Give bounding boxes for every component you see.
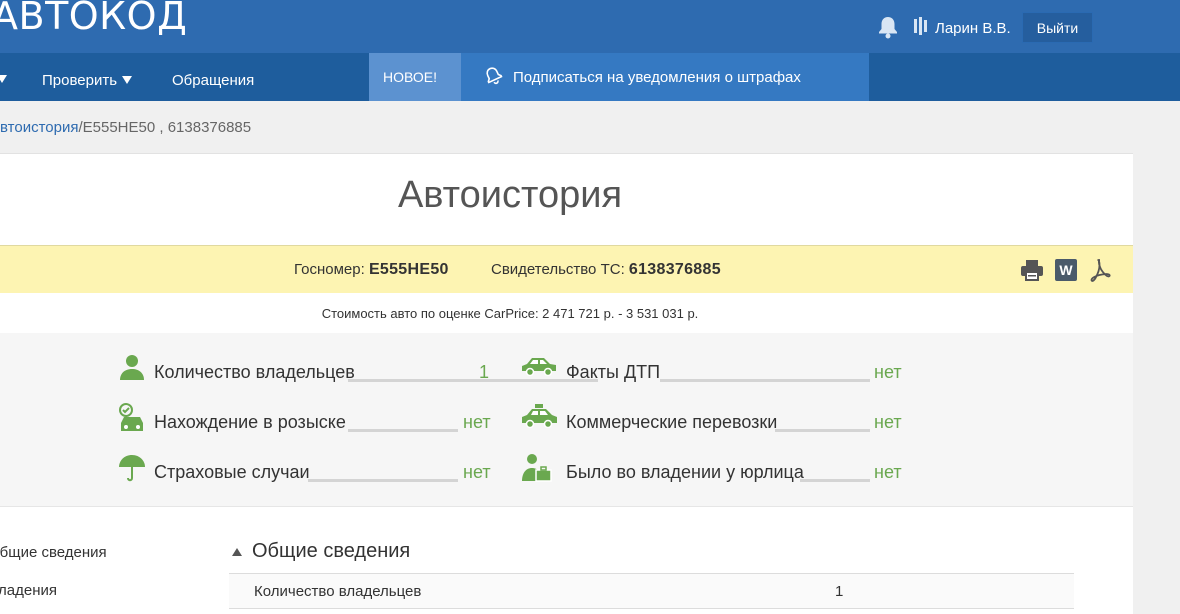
nav-item-label: Проверить <box>42 72 118 89</box>
fact-label: Страховые случаи <box>154 462 310 482</box>
fact-label: Коммерческие перевозки <box>566 412 778 432</box>
fact-line <box>660 379 870 382</box>
breadcrumb-current: Е555НЕ50 , 6138376885 <box>82 119 252 136</box>
fact-owners: Количество владельцев 1 <box>118 355 598 386</box>
table-row: Количество владельцев 1 <box>229 573 1074 609</box>
fact-line <box>800 479 870 482</box>
sts: Свидетельство ТС: 6138376885 <box>491 261 721 279</box>
gosnomer: Госномер: Е555НЕ50 <box>294 261 449 279</box>
top-header: АВТОКОД Ларин В.В. Выйти <box>0 0 1180 53</box>
taxi-icon <box>520 403 557 435</box>
page-title: Автоистория <box>397 174 623 216</box>
sidebar-item-ownership[interactable]: Владения <box>0 582 57 599</box>
chevron-down-icon <box>122 76 133 84</box>
user-name: Ларин В.В. <box>935 19 1011 37</box>
fact-label: Факты ДТП <box>566 362 661 382</box>
gosnomer-label: Госномер: <box>294 261 365 278</box>
nav-item-requests[interactable]: Обращения <box>172 72 254 89</box>
business-person-icon <box>520 453 552 485</box>
user-menu[interactable]: Ларин В.В. <box>913 17 1011 39</box>
bell-outline-icon <box>483 65 503 89</box>
breadcrumb-link-autohistory[interactable]: Автоистория <box>0 119 78 136</box>
pdf-icon[interactable] <box>1088 258 1112 282</box>
fact-commercial: Коммерческие перевозки нет <box>520 404 902 436</box>
collapse-triangle-icon <box>232 547 242 556</box>
word-icon[interactable]: W <box>1055 259 1077 281</box>
report-card: Автоистория Госномер: Е555НЕ50 Свидетель… <box>0 153 1133 614</box>
crash-car-icon <box>520 353 556 385</box>
section-title: Общие сведения <box>252 540 411 562</box>
chevron-down-icon[interactable] <box>0 75 7 83</box>
fact-label: Было во владении у юрлица <box>566 462 804 482</box>
fact-line <box>348 429 458 432</box>
section-general-toggle[interactable]: Общие сведения <box>232 540 410 563</box>
fact-value: 1 <box>479 362 490 382</box>
fact-value: нет <box>874 462 902 482</box>
fact-value: нет <box>874 362 902 382</box>
fact-wanted: Нахождение в розыске нет <box>118 403 491 436</box>
subscribe-fines-link[interactable]: Подписаться на уведомления о штрафах <box>461 53 869 101</box>
umbrella-icon <box>118 453 150 485</box>
fact-value: нет <box>874 412 902 432</box>
plate-info-bar: Госномер: Е555НЕ50 Свидетельство ТС: 613… <box>0 245 1133 293</box>
carprice-estimate: Стоимость авто по оценке CarPrice: 2 471… <box>321 306 699 321</box>
owner-icon <box>118 353 150 385</box>
nav-item-label: Обращения <box>172 72 255 89</box>
sts-label: Свидетельство ТС: <box>491 261 625 278</box>
row-value: 1 <box>835 583 844 600</box>
breadcrumb: Автоистория/Е555НЕ50 , 6138376885 <box>0 119 251 136</box>
sts-value: 6138376885 <box>628 261 721 278</box>
sidebar-item-general[interactable]: Общие сведения <box>0 544 107 561</box>
fact-line <box>308 479 458 482</box>
wanted-car-icon <box>118 403 150 435</box>
fact-value: нет <box>463 462 491 482</box>
fact-label: Нахождение в розыске <box>154 412 346 432</box>
user-icon <box>913 17 929 39</box>
logout-button[interactable]: Выйти <box>1022 12 1093 43</box>
print-icon[interactable] <box>1020 259 1044 281</box>
fact-insurance: Страховые случаи нет <box>118 455 491 486</box>
nav-bar: Проверить Обращения НОВОЕ! Подписаться н… <box>0 53 1180 101</box>
new-badge: НОВОЕ! <box>369 53 473 101</box>
fact-label: Количество владельцев <box>154 362 355 382</box>
logo[interactable]: АВТОКОД <box>0 0 187 38</box>
promo-label: Подписаться на уведомления о штрафах <box>513 68 801 86</box>
svg-text:W: W <box>1059 262 1073 278</box>
nav-item-check[interactable]: Проверить <box>42 72 133 89</box>
facts-panel: Количество владельцев 1 Нахождение в роз… <box>0 333 1133 507</box>
bell-icon[interactable] <box>877 15 899 44</box>
fact-value: нет <box>463 412 491 432</box>
gosnomer-value: Е555НЕ50 <box>368 261 449 278</box>
fact-line <box>775 429 870 432</box>
export-icons: W <box>1020 258 1112 282</box>
row-key: Количество владельцев <box>254 583 422 600</box>
fact-accidents: Факты ДТП нет <box>520 358 902 386</box>
fact-legal-entity: Было во владении у юрлица нет <box>520 454 902 486</box>
